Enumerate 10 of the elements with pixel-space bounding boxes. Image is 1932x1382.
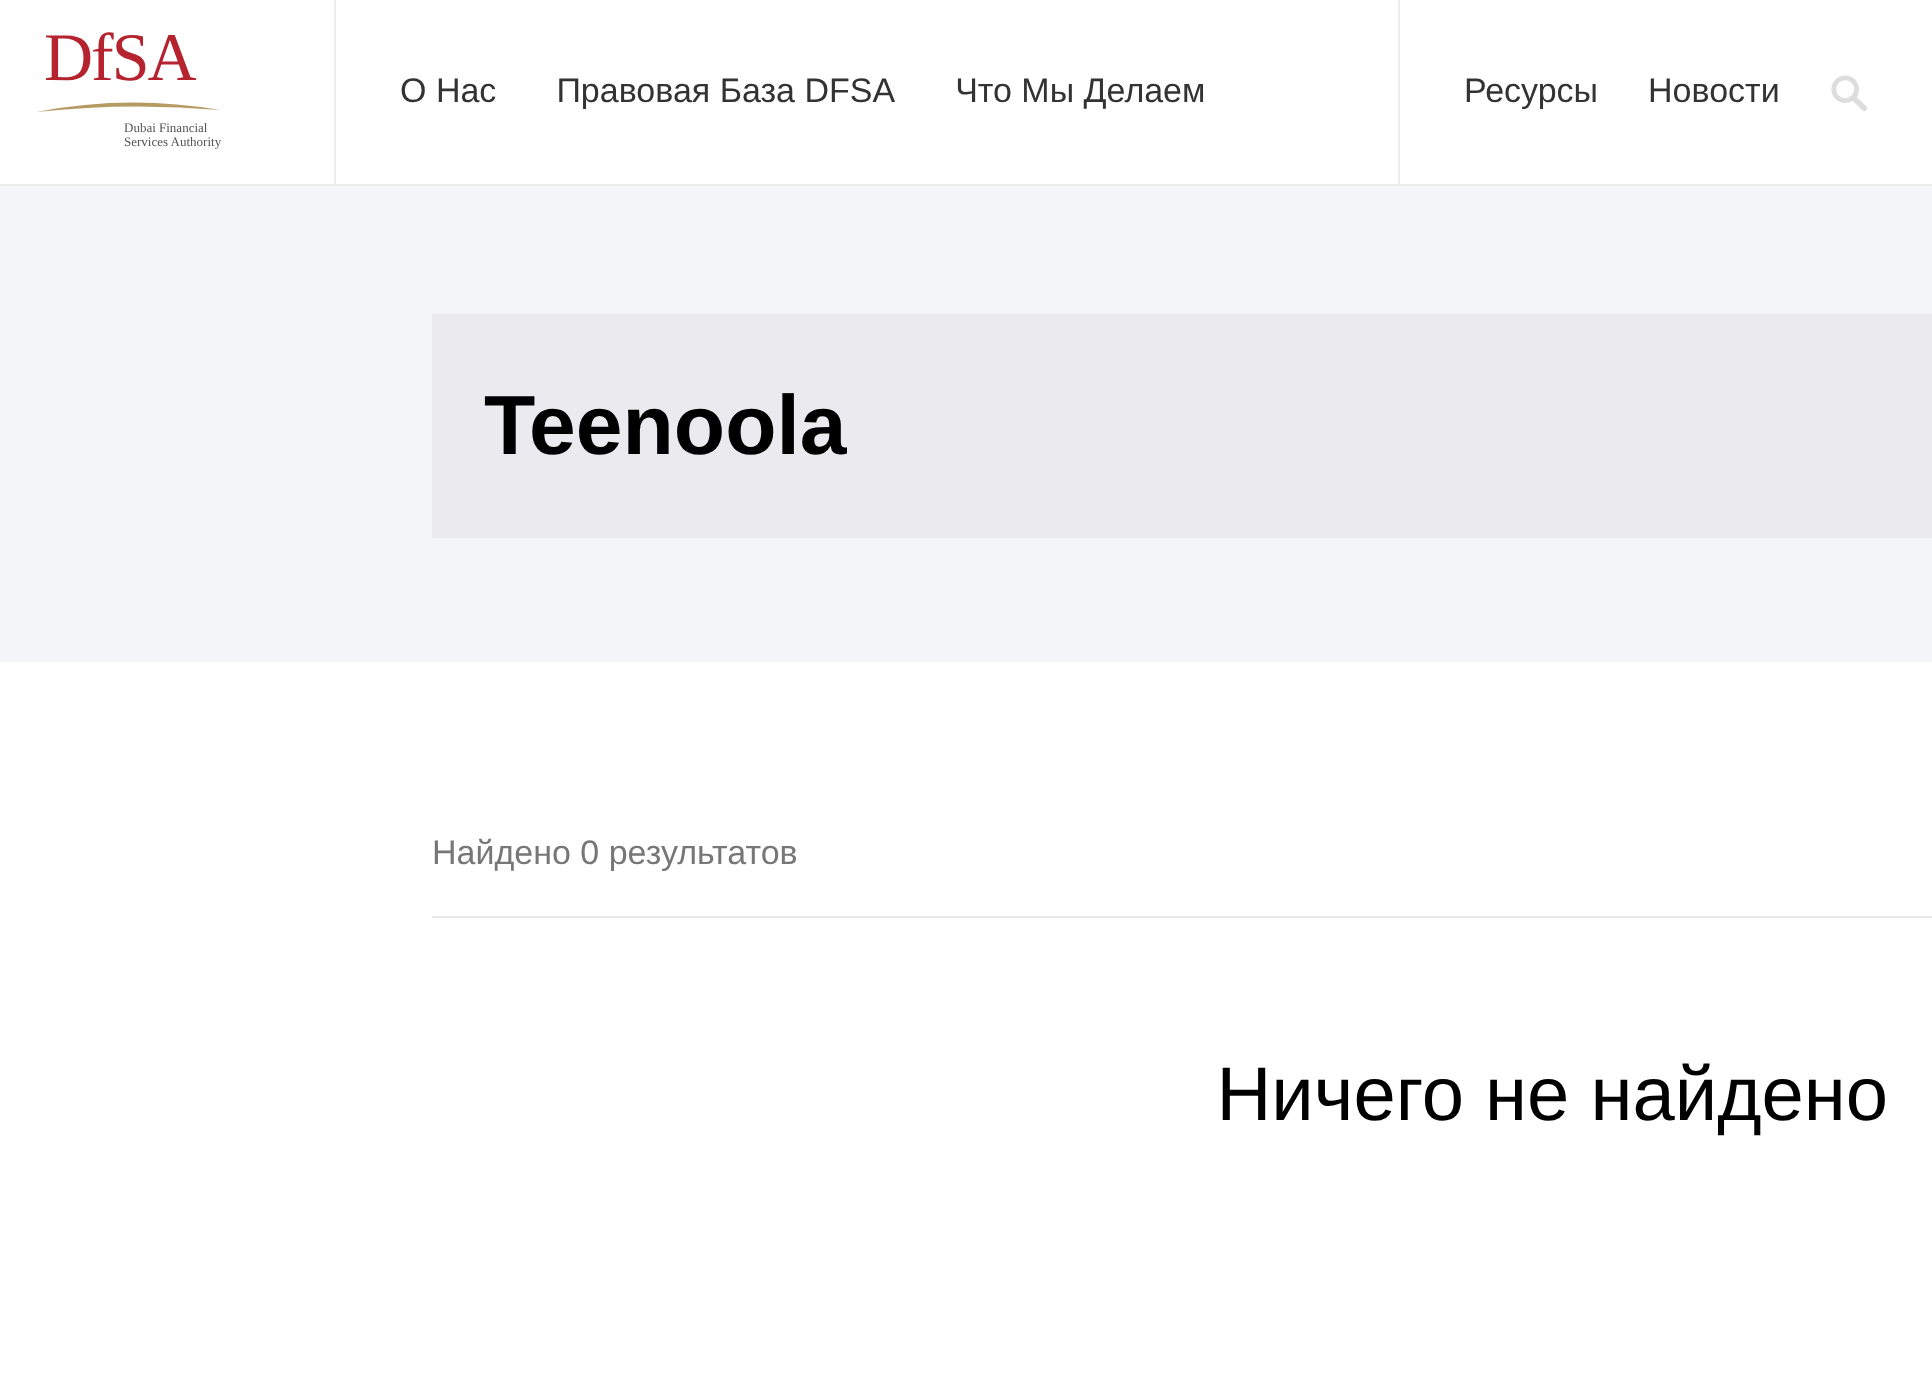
search-icon[interactable] <box>1829 73 1868 111</box>
nav-link[interactable]: Ресурсы <box>1464 72 1599 112</box>
logo-wordmark: DfSA <box>44 26 195 94</box>
empty-message: Ничего не найдено <box>1214 1054 1888 1140</box>
nav-link[interactable]: Правовая База DFSA <box>556 72 896 112</box>
page-title: Teenoola <box>484 378 847 474</box>
nav-link[interactable]: Что Мы Делаем <box>955 72 1206 112</box>
nav-link[interactable]: Новости <box>1648 72 1780 112</box>
nav-link[interactable]: О Нас <box>400 72 497 112</box>
results-count: Найдено 0 результатов <box>432 834 1932 918</box>
